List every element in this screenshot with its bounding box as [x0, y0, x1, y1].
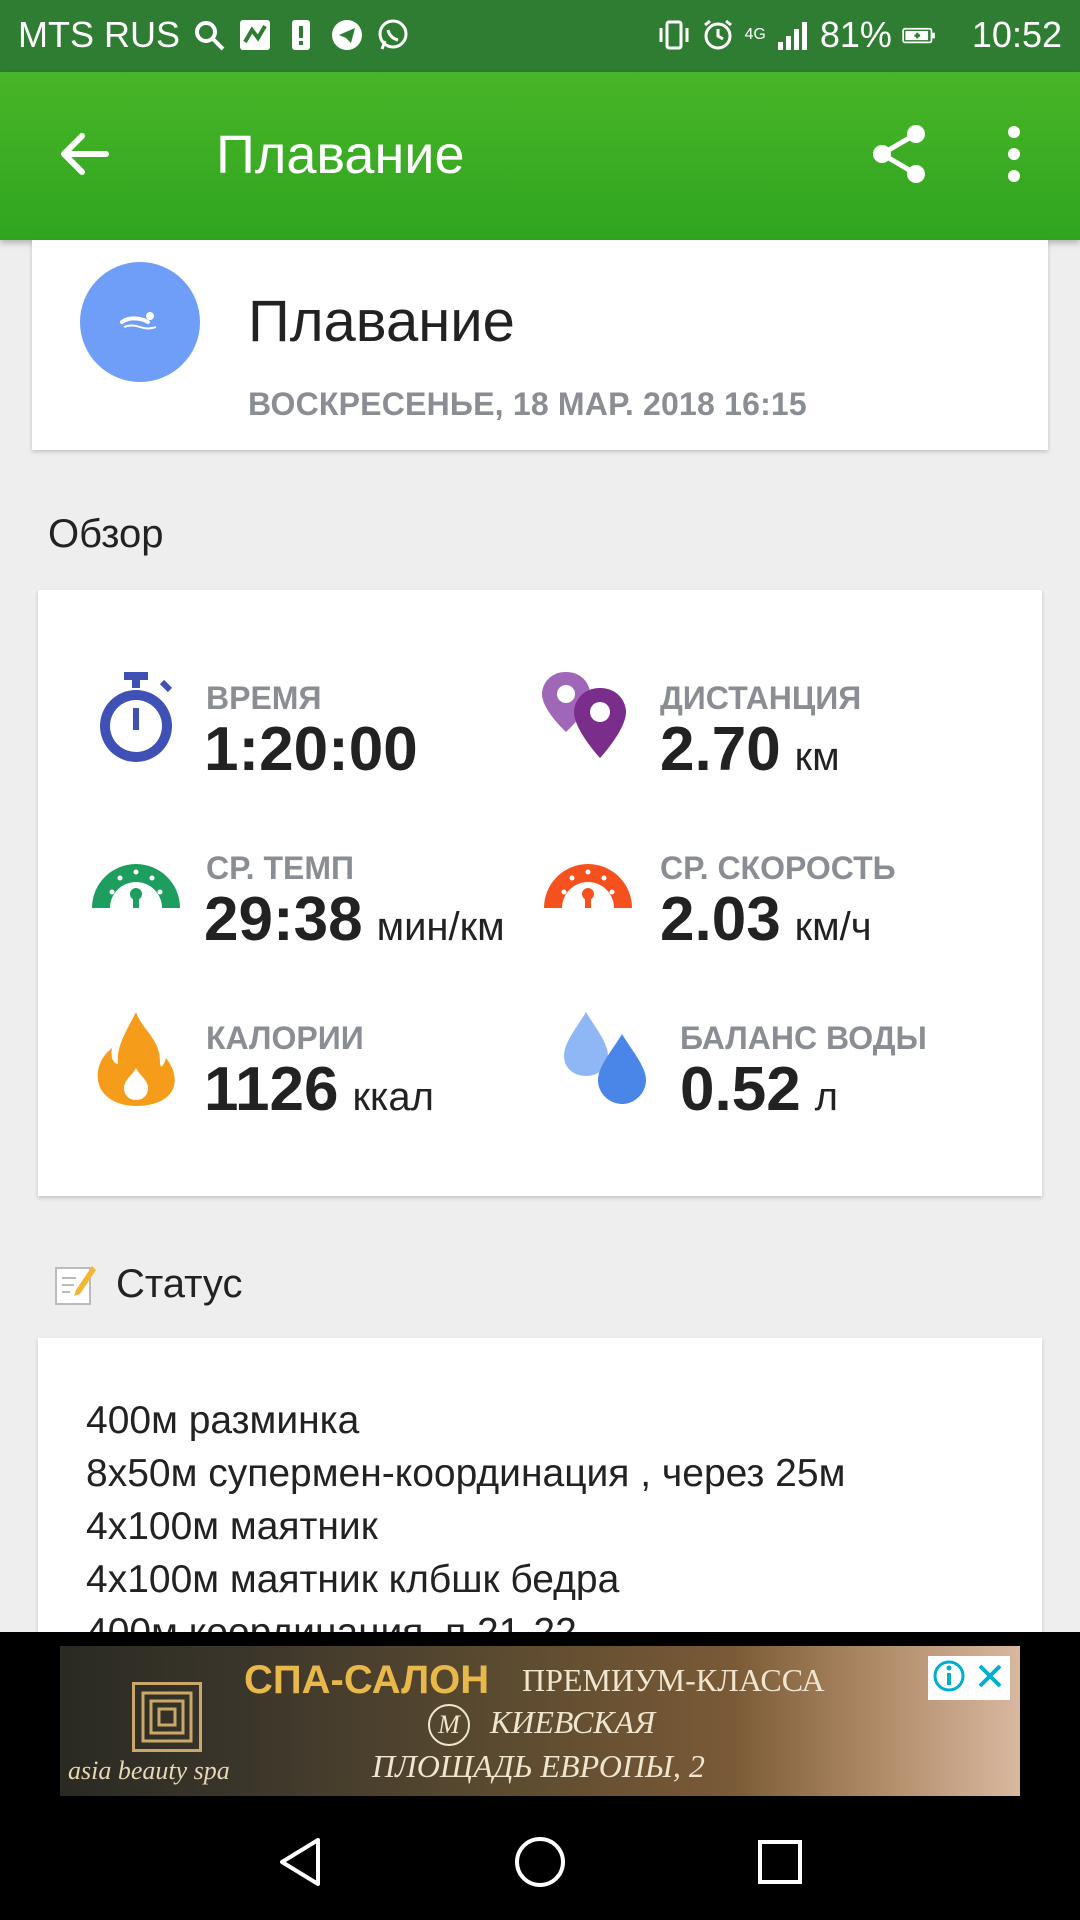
nav-home-icon[interactable]	[512, 1834, 568, 1890]
ad-banner-area: asia beauty spa СПА-САЛОН ПРЕМИУМ-КЛАССА…	[0, 1632, 1080, 1800]
ad-controls	[928, 1656, 1010, 1700]
battery-percent: 81%	[819, 14, 892, 55]
ad-close-icon[interactable]	[974, 1660, 1006, 1696]
app-bar-title: Плавание	[216, 125, 465, 185]
status-title: Статус	[116, 1262, 243, 1306]
ad-brand: asia beauty spa	[68, 1756, 230, 1785]
ad-headline-2: ПРЕМИУМ-КЛАССА	[522, 1662, 825, 1698]
swimming-icon	[80, 262, 200, 382]
note-icon	[54, 1262, 96, 1306]
fitness-app-icon	[238, 18, 272, 52]
arrow-back-icon[interactable]	[52, 122, 116, 186]
status-line: 4х100м маятник клбшк бедра	[86, 1558, 620, 1601]
network-type: 4G	[744, 26, 766, 43]
system-nav-bar	[0, 1800, 1080, 1920]
activity-title: Плавание	[248, 289, 515, 354]
vibrate-icon	[657, 18, 691, 52]
clock: 10:52	[971, 14, 1062, 55]
metric-label: КАЛОРИИ	[206, 1020, 364, 1056]
sim-icon	[284, 18, 318, 52]
ad-banner[interactable]: asia beauty spa СПА-САЛОН ПРЕМИУМ-КЛАССА…	[60, 1646, 1020, 1796]
ad-metro-station: КИЕВСКАЯ	[490, 1704, 656, 1740]
ad-info-icon[interactable]	[933, 1660, 965, 1696]
metro-icon: М	[428, 1704, 470, 1746]
alarm-icon	[701, 18, 735, 52]
nav-back-icon[interactable]	[272, 1834, 328, 1890]
metric-label: ДИСТАНЦИЯ	[660, 680, 862, 716]
ad-logo-icon	[132, 1682, 202, 1752]
signal-icon	[776, 18, 810, 52]
status-line: 4х100м маятник	[86, 1505, 378, 1548]
overview-card: ВРЕМЯ 1:20:00 ДИСТАНЦИЯ 2.70 км СР. ТЕМП …	[38, 590, 1042, 1196]
metric-value: 2.70 км	[660, 715, 840, 784]
activity-date: ВОСКРЕСЕНЬЕ, 18 МАР. 2018 16:15	[248, 386, 807, 422]
ad-headline: СПА-САЛОН	[244, 1658, 490, 1702]
metric-label: СР. СКОРОСТЬ	[660, 850, 896, 886]
nav-recents-icon[interactable]	[752, 1834, 808, 1890]
telegram-icon	[330, 18, 364, 52]
water-drops-icon	[558, 1008, 658, 1108]
speedometer-orange-icon	[538, 838, 638, 938]
metric-value: 0.52 л	[680, 1055, 839, 1124]
status-notes: 400м разминка 8х50м супермен-координация…	[86, 1394, 845, 1659]
activity-header-card: Плавание ВОСКРЕСЕНЬЕ, 18 МАР. 2018 16:15	[32, 240, 1048, 450]
overview-title: Обзор	[48, 512, 164, 556]
map-pin-icon	[538, 668, 638, 768]
status-line: 400м разминка	[86, 1399, 360, 1442]
metric-value: 1:20:00	[204, 715, 418, 784]
status-line: 8х50м супермен-координация , через 25м	[86, 1452, 846, 1495]
battery-charging-icon	[902, 18, 962, 52]
whatsapp-icon	[376, 18, 410, 52]
metric-value: 2.03 км/ч	[660, 885, 872, 954]
app-bar: Плавание	[0, 72, 1080, 240]
ad-address: ПЛОЩАДЬ ЕВРОПЫ, 2	[372, 1748, 705, 1784]
stopwatch-icon	[86, 668, 186, 768]
speedometer-green-icon	[86, 838, 186, 938]
status-bar: MTS RUS 4G 81% 10:52	[0, 0, 1080, 72]
search-icon	[192, 18, 226, 52]
share-icon[interactable]	[868, 122, 932, 186]
metric-label: ВРЕМЯ	[206, 680, 322, 716]
more-vert-icon[interactable]	[996, 122, 1032, 186]
carrier-label: MTS RUS	[18, 14, 180, 55]
metric-label: СР. ТЕМП	[206, 850, 354, 886]
metric-label: БАЛАНС ВОДЫ	[680, 1020, 927, 1056]
metric-value: 29:38 мин/км	[204, 885, 505, 954]
flame-icon	[86, 1008, 186, 1108]
metric-value: 1126 ккал	[204, 1055, 434, 1124]
